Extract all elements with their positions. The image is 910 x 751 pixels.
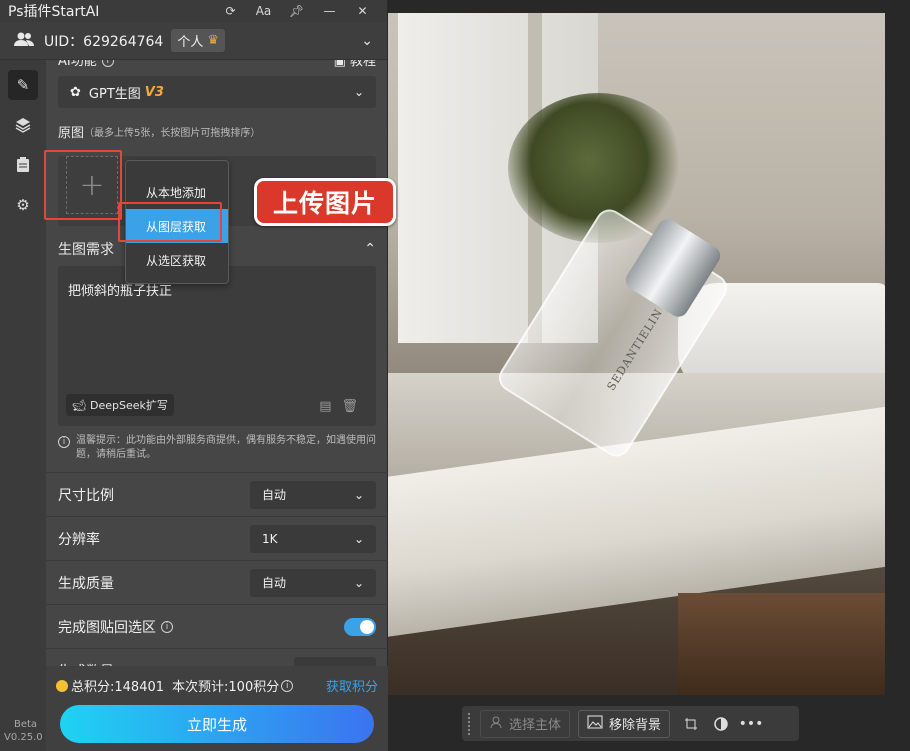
- history-icon[interactable]: ▤: [319, 399, 331, 414]
- aspect-ratio-select[interactable]: 自动 ⌄: [250, 480, 376, 509]
- ai-function-label: AI功能: [58, 60, 97, 69]
- trash-icon[interactable]: 🗑︎: [341, 399, 358, 414]
- paste-back-row: 完成图贴回选区 i: [46, 604, 388, 648]
- contrast-icon[interactable]: [706, 710, 736, 738]
- aspect-ratio-value: 自动: [262, 488, 287, 502]
- remove-background-button[interactable]: 移除背景: [578, 709, 671, 738]
- minimize-icon[interactable]: —: [313, 4, 346, 18]
- paste-back-toggle[interactable]: [344, 617, 376, 636]
- canvas-context-toolbar: 选择主体 移除背景 •••: [462, 706, 799, 741]
- select-subject-button[interactable]: 选择主体: [480, 709, 571, 738]
- nav-edit-icon[interactable]: ✎: [8, 70, 38, 100]
- panel-title: Ps插件StartAI: [8, 4, 100, 20]
- chevron-down-icon: ⌄: [353, 531, 364, 546]
- aspect-ratio-row: 尺寸比例 自动 ⌄: [46, 472, 388, 516]
- select-subject-label: 选择主体: [509, 718, 562, 733]
- account-type-badge[interactable]: 个人 ♛: [171, 29, 225, 52]
- get-credits-link[interactable]: 获取积分: [326, 676, 378, 695]
- resolution-value: 1K: [262, 531, 278, 546]
- settings-list: 尺寸比例 自动 ⌄ 分辨率 1K ⌄ 生成质量 自动 ⌄ 完成图贴回选区 i: [46, 472, 388, 692]
- chevron-down-icon: ⌄: [353, 85, 364, 99]
- account-type-label: 个人: [177, 35, 204, 50]
- user-id: UID：629264764: [44, 33, 164, 50]
- deepseek-expand-button[interactable]: 🐋︎ DeepSeek扩写: [66, 394, 174, 416]
- close-icon[interactable]: ✕: [346, 4, 379, 18]
- menu-highlight-box: [118, 202, 222, 242]
- prompt-textarea[interactable]: 把倾斜的瓶子扶正 🐋︎ DeepSeek扩写 ▤ 🗑︎: [58, 266, 376, 426]
- upload-highlight-box: [44, 150, 122, 220]
- account-bar: UID：629264764 个人 ♛ ⌄: [0, 22, 387, 60]
- nav-settings-icon[interactable]: ⚙: [8, 190, 38, 220]
- refresh-icon[interactable]: ⟳: [214, 4, 247, 18]
- menu-item-selection[interactable]: 从选区获取: [126, 243, 228, 277]
- image-icon: [587, 715, 603, 733]
- prompt-text: 把倾斜的瓶子扶正: [68, 284, 173, 299]
- credits-row: 总积分:148401 本次预计:100积分 i 获取积分: [46, 666, 388, 695]
- source-image-label: 原图: [58, 126, 85, 141]
- generate-button[interactable]: 立即生成: [60, 705, 374, 743]
- chevron-up-icon[interactable]: ⌃: [364, 241, 376, 257]
- resolution-select[interactable]: 1K ⌄: [250, 524, 376, 553]
- nav-clipboard-icon[interactable]: [8, 150, 38, 180]
- notice-row: i 温馨提示：此功能由外部服务商提供，偶有服务不稳定，如遇使用问题，请稍后重试。: [58, 434, 380, 462]
- quality-value: 自动: [262, 576, 287, 590]
- deepseek-label: DeepSeek扩写: [89, 399, 168, 412]
- upload-callout-label: 上传图片: [254, 178, 396, 226]
- chevron-down-icon[interactable]: ⌄: [361, 33, 373, 49]
- chevron-down-icon: ⌄: [353, 575, 364, 590]
- tutorial-link[interactable]: ▣ 教程: [334, 60, 376, 69]
- canvas-area: SEDANTIELIN: [388, 0, 910, 751]
- info-icon: i: [281, 679, 294, 692]
- version-info: Beta V0.25.0: [4, 718, 43, 744]
- prompt-label: 生图需求: [58, 242, 114, 258]
- pin-icon[interactable]: 📌︎: [280, 4, 313, 18]
- side-nav: ✎ ⚙ Beta V0.25.0: [0, 60, 46, 751]
- toolbar-drag-handle[interactable]: [468, 712, 472, 735]
- plugin-panel: Ps插件StartAI ⟳ Aa 📌︎ — ✕ UID：629264764 个人…: [0, 0, 388, 751]
- source-image-hint: （最多上传5张，长按图片可拖拽排序）: [84, 128, 261, 139]
- total-credits: 总积分:148401: [71, 680, 165, 695]
- notice-text: 温馨提示：此功能由外部服务商提供，偶有服务不稳定，如遇使用问题，请稍后重试。: [76, 435, 376, 460]
- info-icon: i: [161, 620, 173, 633]
- ai-function-select[interactable]: ✿ GPT生图 V3 ⌄: [58, 76, 376, 108]
- panel-footer: 总积分:148401 本次预计:100积分 i 获取积分 立即生成: [46, 666, 388, 751]
- version-number: V0.25.0: [4, 732, 43, 743]
- quality-row: 生成质量 自动 ⌄: [46, 560, 388, 604]
- chevron-down-icon: ⌄: [353, 487, 364, 502]
- tutorial-label: 教程: [349, 60, 376, 69]
- person-icon: [489, 715, 503, 733]
- ai-function-version: V3: [144, 84, 164, 100]
- whale-icon: 🐋︎: [72, 398, 86, 412]
- resolution-label: 分辨率: [58, 531, 100, 548]
- resolution-row: 分辨率 1K ⌄: [46, 516, 388, 560]
- coin-icon: [56, 679, 68, 692]
- version-beta: Beta: [14, 719, 38, 730]
- font-size-icon[interactable]: Aa: [247, 4, 280, 18]
- aspect-ratio-label: 尺寸比例: [58, 487, 114, 504]
- crop-icon[interactable]: [676, 710, 706, 738]
- ai-function-value: GPT生图: [88, 86, 141, 102]
- crown-icon: ♛: [207, 33, 219, 48]
- quality-select[interactable]: 自动 ⌄: [250, 568, 376, 597]
- remove-background-label: 移除背景: [609, 718, 662, 733]
- more-icon[interactable]: •••: [736, 710, 766, 738]
- paste-back-label: 完成图贴回选区: [58, 619, 156, 636]
- estimate-credits: 本次预计:100积分: [172, 680, 280, 695]
- source-image-header: 原图 （最多上传5张，长按图片可拖拽排序）: [46, 122, 388, 141]
- canvas-photo: SEDANTIELIN: [388, 13, 885, 695]
- textarea-actions: ▤ 🗑︎: [319, 399, 358, 414]
- users-icon: [14, 31, 34, 51]
- ai-function-header: AI功能 i ▣ 教程: [46, 60, 388, 69]
- info-icon: i: [58, 436, 70, 448]
- info-icon: i: [101, 60, 114, 67]
- gpt-logo-icon: ✿: [70, 84, 81, 100]
- photo-cabinet: [678, 593, 885, 695]
- book-icon: ▣: [333, 60, 350, 69]
- quality-label: 生成质量: [58, 575, 114, 592]
- panel-titlebar: Ps插件StartAI ⟳ Aa 📌︎ — ✕: [0, 0, 387, 22]
- nav-layers-icon[interactable]: [8, 110, 38, 140]
